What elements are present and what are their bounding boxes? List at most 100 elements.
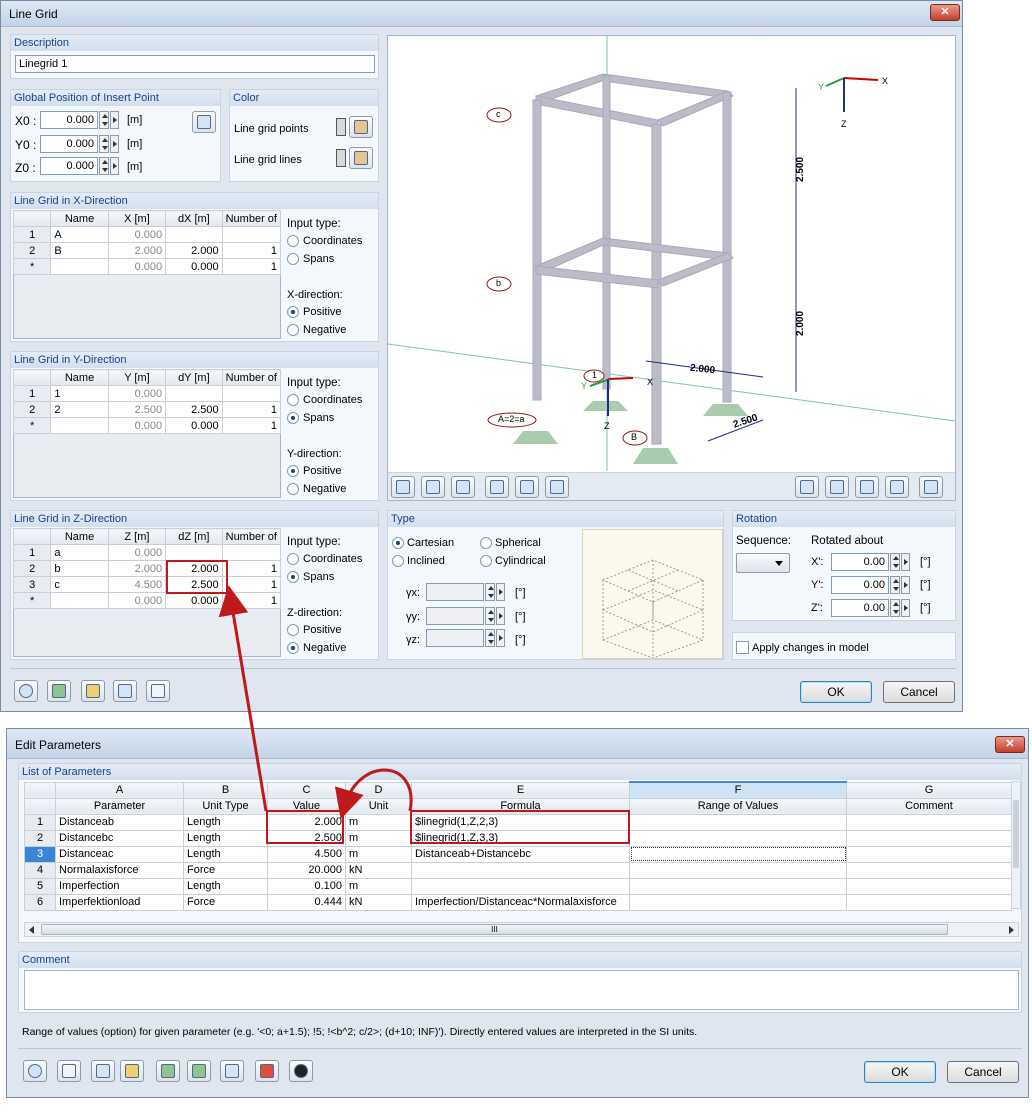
table-cell[interactable]: 4.500 <box>107 576 167 593</box>
sequence-dropdown[interactable] <box>736 553 790 573</box>
table-cell[interactable] <box>629 877 847 895</box>
table-cell[interactable]: 2.500 <box>107 401 167 418</box>
y-negative-radio[interactable] <box>287 483 299 495</box>
y-spans-radio[interactable] <box>287 412 299 424</box>
table-row[interactable]: 3 Distanceac Length 4.500 m Distanceab+Distan… <box>24 845 1012 863</box>
scroll-thumb[interactable] <box>1013 800 1019 868</box>
view-axes-button[interactable] <box>451 476 475 498</box>
table-row[interactable]: 2 B 2.000 2.000 1 <box>12 242 282 259</box>
grid-preview-viewport[interactable]: 2.500 2.000 2.000 2.500 c b A=2=a B 1 X … <box>387 35 956 501</box>
x-coordinates-radio[interactable] <box>287 235 299 247</box>
horizontal-scrollbar[interactable]: III <box>24 922 1019 937</box>
open-button[interactable] <box>81 680 105 702</box>
y0-arrow[interactable] <box>110 135 119 153</box>
x0-input[interactable]: 0.000 <box>40 111 98 129</box>
parameters-table[interactable]: A B C D E F G Parameter Unit Type Value Unit Formul… <box>24 781 1012 911</box>
inclined-radio[interactable] <box>392 555 404 567</box>
table-cell[interactable]: Length <box>183 845 268 863</box>
table-row[interactable]: 4 Normalaxisforce Force 20.000 kN <box>24 861 1012 879</box>
table-cell[interactable]: Distancebc <box>55 829 184 847</box>
table-cell[interactable]: Imperfection/Distanceac*Normalaxisforce <box>411 893 630 911</box>
y-coordinates-radio[interactable] <box>287 394 299 406</box>
rot-x-spinner[interactable] <box>890 553 900 571</box>
view-numbering-button[interactable] <box>421 476 445 498</box>
rot-y-input[interactable]: 0.00 <box>831 576 889 594</box>
open-button[interactable] <box>120 1060 144 1082</box>
table-cell[interactable]: 2.500 <box>165 401 223 418</box>
ok-button[interactable]: OK <box>800 681 872 703</box>
z0-arrow[interactable] <box>110 157 119 175</box>
table-cell[interactable] <box>411 877 630 895</box>
comment-textarea[interactable] <box>24 970 1019 1010</box>
x-positive-radio[interactable] <box>287 306 299 318</box>
table-cell[interactable]: m <box>345 845 412 863</box>
table-row[interactable]: 1 a 0.000 <box>12 544 282 561</box>
table-cell[interactable] <box>846 845 1012 863</box>
table-cell[interactable]: 1 <box>221 576 282 593</box>
edit-button[interactable] <box>146 680 170 702</box>
x-negative-radio[interactable] <box>287 324 299 336</box>
spherical-radio[interactable] <box>480 537 492 549</box>
scroll-left-icon[interactable] <box>29 926 34 934</box>
table-cell[interactable]: 0.000 <box>165 592 223 609</box>
table-cell[interactable]: 1 <box>221 560 282 577</box>
cancel-button[interactable]: Cancel <box>947 1061 1019 1083</box>
table-cell[interactable] <box>165 544 223 561</box>
z-spans-radio[interactable] <box>287 571 299 583</box>
z-negative-radio[interactable] <box>287 642 299 654</box>
table-cell[interactable] <box>50 258 109 275</box>
table-cell[interactable]: 0.000 <box>107 544 167 561</box>
delete-button[interactable] <box>255 1060 279 1082</box>
table-cell[interactable] <box>629 845 847 863</box>
view-supports-button[interactable] <box>485 476 509 498</box>
table-cell[interactable] <box>165 226 223 243</box>
table-row[interactable]: 5 Imperfection Length 0.100 m <box>24 877 1012 895</box>
gamma-z-arrow[interactable] <box>496 629 505 647</box>
table-cell[interactable]: 20.000 <box>267 861 346 879</box>
table-cell[interactable]: Distanceab <box>55 813 184 831</box>
table-cell[interactable]: 1 <box>221 258 282 275</box>
vertical-scrollbar[interactable] <box>1011 781 1021 909</box>
rot-z-arrow[interactable] <box>901 599 910 617</box>
export-excel-button[interactable] <box>156 1060 180 1082</box>
ok-button[interactable]: OK <box>864 1061 936 1083</box>
table-cell[interactable] <box>846 813 1012 831</box>
z-coordinates-radio[interactable] <box>287 553 299 565</box>
gamma-x-spinner[interactable] <box>485 583 495 601</box>
z0-input[interactable]: 0.000 <box>40 157 98 175</box>
view-z-button[interactable] <box>855 476 879 498</box>
units-button[interactable] <box>47 680 71 702</box>
table-cell[interactable]: Length <box>183 829 268 847</box>
table-cell[interactable]: m <box>345 829 412 847</box>
table-cell[interactable] <box>221 226 282 243</box>
table-cell[interactable] <box>629 829 847 847</box>
gamma-x-input[interactable] <box>426 583 484 601</box>
table-row[interactable]: 1 1 0.000 <box>12 385 282 402</box>
table-cell[interactable]: Force <box>183 893 268 911</box>
table-cell[interactable]: 0.000 <box>107 258 167 275</box>
table-cell[interactable]: 2 <box>50 401 109 418</box>
table-cell[interactable]: 0.000 <box>107 385 167 402</box>
cancel-button[interactable]: Cancel <box>883 681 955 703</box>
table-cell[interactable]: 1 <box>221 417 282 434</box>
table-cell[interactable]: 1 <box>221 401 282 418</box>
calculator-button[interactable] <box>220 1060 244 1082</box>
table-cell[interactable]: 2.000 <box>107 560 167 577</box>
apply-changes-checkbox[interactable] <box>736 641 749 654</box>
save-button[interactable] <box>113 680 137 702</box>
cartesian-radio[interactable] <box>392 537 404 549</box>
table-cell[interactable] <box>50 417 109 434</box>
table-cell[interactable]: 0.000 <box>165 417 223 434</box>
gamma-y-spinner[interactable] <box>485 607 495 625</box>
y0-spinner[interactable] <box>99 135 109 153</box>
z0-spinner[interactable] <box>99 157 109 175</box>
x-grid-table[interactable]: Name X [m] dX [m] Number of 1 A 0.000 2 B 2.000 2.… <box>12 210 282 275</box>
close-button[interactable]: ✕ <box>930 4 960 21</box>
table-cell[interactable] <box>221 385 282 402</box>
table-row[interactable]: 3 c 4.500 2.500 1 <box>12 576 282 593</box>
table-row[interactable]: 2 b 2.000 2.000 1 <box>12 560 282 577</box>
table-cell[interactable] <box>846 877 1012 895</box>
table-cell[interactable]: B <box>50 242 109 259</box>
table-cell[interactable]: 2.000 <box>165 242 223 259</box>
rot-y-arrow[interactable] <box>901 576 910 594</box>
